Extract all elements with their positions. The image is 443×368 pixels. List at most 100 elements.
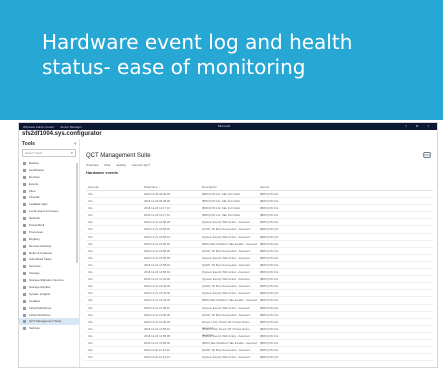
sidebar-item-label: Settings: [29, 326, 40, 331]
table-row[interactable]: Info 2018-12-21 14:08:09 [ACPI]: S0 Boot S…: [86, 312, 433, 319]
table-row[interactable]: Info 2018-12-21 14:49:06 [ACPI]: S0 Boot S…: [86, 283, 433, 291]
table-row[interactable]: Info 2018-12-21 14:58:05 [ACPI]: S0 Boot S…: [86, 248, 433, 255]
table-row[interactable]: Info 2018-12-21 14:58:28 [System Event]: P…: [86, 219, 433, 227]
table-row[interactable]: Info 2018-12-21 14:58:04 [ACPI]: S0 Boot S…: [86, 262, 433, 270]
sidebar-item[interactable]: Storage Replica: [19, 284, 79, 291]
table-cell: Info: [88, 241, 93, 246]
sidebar-item-label: Devices: [29, 174, 40, 179]
table-cell: [BMC] FW Info: [260, 248, 279, 253]
table-cell: [320, 219, 378, 225]
column-header[interactable]: Description: [202, 185, 260, 190]
table-row[interactable]: Info 2018-12-21 14:08:10 [System Event]: P…: [86, 305, 433, 312]
table-row[interactable]: Info 2018-12-21 14:49:06 [System Event]: P…: [86, 276, 433, 284]
sidebar-item[interactable]: Local Users & Groups: [19, 208, 79, 215]
sidebar-item-label: Storage: [29, 271, 40, 276]
table-row[interactable]: Info 2018-12-26 14:17:31 [BMC] FW Info: SE…: [86, 205, 433, 213]
sidebar-item[interactable]: Files: [19, 188, 79, 195]
tab[interactable]: Setting: [116, 163, 125, 167]
sidebar-item[interactable]: Updates: [19, 298, 79, 305]
table-cell: 2018-12-21 14:58:05: [144, 255, 170, 260]
table-row[interactable]: Info 2018-12-21 14:58:04 [System Event]: P…: [86, 269, 433, 277]
tools-search-input[interactable]: Search Tools ⌕: [22, 149, 76, 157]
sidebar-item-label: Processes: [29, 229, 44, 234]
sidebar-item-label: Services: [29, 264, 41, 269]
table-row[interactable]: Info 2018-11-26 12:14:10 [ACPI]: S0 Boot S…: [86, 347, 433, 355]
sidebar-item[interactable]: Virtual Machines: [19, 305, 79, 312]
table-cell: [378, 347, 433, 353]
table-cell: [378, 283, 433, 289]
sidebar-item[interactable]: Devices: [19, 174, 79, 181]
table-row[interactable]: Info 2018-12-21 13:58:10 [Power Unit]: Pow…: [86, 326, 433, 337]
table-row[interactable]: Info 2018-12-21 13:58:08 [BMC] SEL Disable…: [86, 340, 433, 348]
sidebar-item[interactable]: Storage Migration Service: [19, 277, 79, 284]
sidebar-item[interactable]: Registry: [19, 236, 79, 243]
sidebar-item-label: Files: [29, 188, 36, 193]
sidebar-item[interactable]: System Insights: [19, 291, 79, 298]
table-row[interactable]: Info 2018-12-21 14:58:05 [System Event]: P…: [86, 255, 433, 262]
sidebar-item[interactable]: QCT Management Suite: [19, 318, 79, 326]
app-section[interactable]: Server Manager: [60, 125, 82, 129]
table-cell: Info: [88, 248, 93, 253]
table-row[interactable]: Info 2018-12-21 14:58:20 [ACPI]: S0 Boot S…: [86, 226, 433, 234]
sidebar-item[interactable]: Virtual Switches: [19, 312, 79, 319]
sidebar-item[interactable]: Backup: [19, 160, 79, 167]
tools-sidebar: Tools ‹ Search Tools ⌕ Backup Certificate…: [19, 139, 80, 367]
table-cell: [BMC] FW Info: [260, 270, 279, 275]
table-cell: Info: [88, 326, 93, 331]
sidebar-item[interactable]: Roles & Features: [19, 250, 79, 257]
table-cell: Info: [88, 298, 93, 303]
sidebar-item[interactable]: Storage: [19, 270, 79, 277]
table-cell: [BMC] FW Info: SEL Full Initial: [202, 192, 240, 196]
sidebar-item[interactable]: Network: [19, 215, 79, 222]
table-cell: 2018-11-26 12:14:10: [144, 348, 170, 353]
table-cell: Info: [88, 291, 93, 296]
page-title: QCT Management Suite: [86, 153, 151, 159]
sidebar-scrollbar[interactable]: [76, 163, 78, 263]
table-cell: 2018-12-21 14:58:20: [144, 227, 170, 232]
sidebar-item[interactable]: Services: [19, 263, 79, 270]
sidebar-item[interactable]: Remote Desktop: [19, 243, 79, 250]
sidebar-item-label: Events: [29, 181, 39, 186]
table-row[interactable]: Info 2018-12-26 09:49:09 [BMC] FW Info: SE…: [86, 191, 433, 199]
collapse-icon[interactable]: ‹: [74, 141, 76, 147]
sidebar-item[interactable]: Events: [19, 181, 79, 188]
banner-title: Hardware event log and health status- ea…: [42, 30, 353, 79]
sidebar-item[interactable]: Processes: [19, 229, 79, 236]
table-row[interactable]: Info 2018-12-21 14:49:00 [System Event]: P…: [86, 290, 433, 298]
column-header[interactable]: Date/Time ↓: [144, 185, 202, 190]
table-row[interactable]: Info 2018-12-21 14:58:19 [System Event]: P…: [86, 234, 433, 241]
column-header[interactable]: [378, 185, 433, 190]
column-header[interactable]: Sensor: [260, 185, 320, 190]
tool-icon: [23, 175, 26, 179]
search-icon[interactable]: ⌕: [71, 150, 73, 156]
table-row[interactable]: Info 2018-12-21 14:49:00 [BMC] SEL Disable…: [86, 297, 433, 305]
qct-logo-icon: [423, 152, 431, 158]
sidebar-item[interactable]: Settings: [19, 325, 79, 332]
sidebar-item[interactable]: PowerShell: [19, 222, 79, 229]
table-cell: [System Event]: PEF Action - Asserted: [202, 270, 250, 275]
table-row[interactable]: Info 2018-12-26 14:17:31 [BMC] FW Info: SE…: [86, 212, 433, 220]
table-cell: 2018-12-26 14:17:31: [144, 213, 170, 218]
sidebar-item[interactable]: Installed Apps: [19, 201, 79, 208]
table-cell: [320, 248, 378, 254]
sidebar-item[interactable]: Firewall: [19, 194, 79, 201]
column-header[interactable]: [320, 185, 378, 190]
table-row[interactable]: Info 2018-12-21 14:58:18 [BMC] SEL Disable…: [86, 241, 433, 248]
table-cell: [320, 290, 378, 296]
tab[interactable]: Connect QCT: [132, 163, 150, 167]
table-row[interactable]: Info 2018-12-21 14:08:09 [Power Unit]: Pow…: [86, 319, 433, 330]
table-cell: [320, 234, 378, 240]
sidebar-item[interactable]: Scheduled Tasks: [19, 256, 79, 263]
table-cell: [ACPI]: S0 Boot Succeeded - Asserted: [202, 348, 250, 353]
table-row[interactable]: Info 2018-12-21 13:58:08 [System Event]: P…: [86, 333, 433, 340]
window-controls[interactable]: ? ⚙ ?: [405, 124, 433, 128]
tab[interactable]: Disk: [105, 163, 111, 167]
table-cell: [378, 219, 433, 225]
table-row[interactable]: Info 2018-12-26 09:48:48 [BMC] FW Info: SE…: [86, 198, 433, 206]
tab[interactable]: Overview: [86, 163, 99, 167]
table-row[interactable]: Info 2018-11-26 12:14:10 [System Event]: P…: [86, 354, 433, 362]
sidebar-item[interactable]: Certificates: [19, 167, 79, 174]
app-title[interactable]: Windows Admin Center: [23, 125, 54, 129]
column-header[interactable]: Severity: [86, 185, 144, 190]
table-cell: 2018-12-21 14:49:00: [144, 298, 170, 303]
